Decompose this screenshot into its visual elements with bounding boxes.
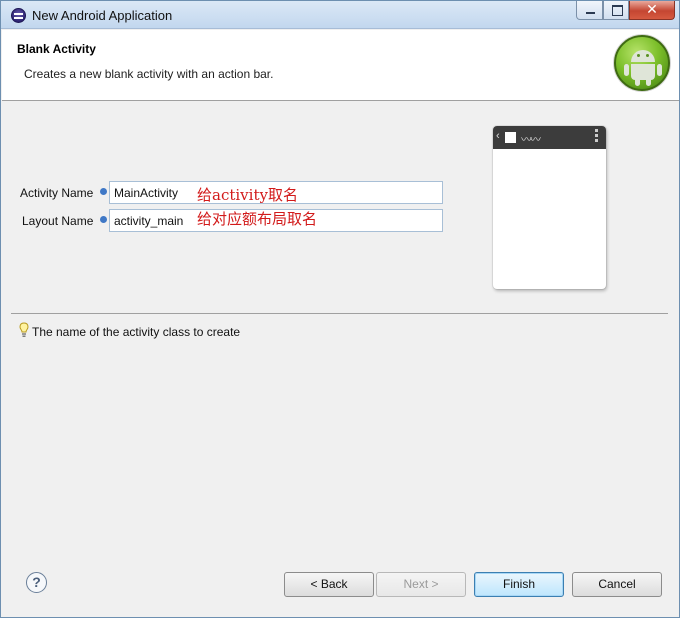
- title-bar[interactable]: New Android Application ✕: [1, 1, 679, 29]
- window-controls: ✕: [576, 1, 675, 21]
- action-bar-preview: ‹ 〰〰: [493, 126, 606, 149]
- android-logo-icon: [614, 35, 670, 91]
- layout-name-label: Layout Name: [22, 214, 94, 228]
- eclipse-icon: [11, 8, 26, 23]
- back-chevron-icon: ‹: [496, 130, 500, 142]
- title-placeholder-icon: 〰〰: [521, 133, 541, 146]
- close-icon: ✕: [646, 2, 658, 18]
- activity-name-label: Activity Name: [20, 186, 94, 200]
- activity-preview: ‹ 〰〰: [493, 126, 606, 289]
- help-icon[interactable]: ?: [26, 572, 47, 593]
- window-title: New Android Application: [32, 8, 173, 23]
- cancel-button[interactable]: Cancel: [572, 572, 662, 597]
- back-button[interactable]: < Back: [284, 572, 374, 597]
- info-icon: [100, 216, 107, 223]
- minimize-button[interactable]: [576, 1, 603, 20]
- activity-name-annotation: 给activity取名: [197, 186, 298, 204]
- lightbulb-icon: [19, 322, 29, 337]
- page-title: Blank Activity: [17, 42, 96, 56]
- info-icon: [100, 188, 107, 195]
- wizard-header: Blank Activity Creates a new blank activ…: [2, 30, 679, 101]
- dialog-window: New Android Application ✕ Blank Activity…: [0, 0, 680, 618]
- hint-text: The name of the activity class to create: [32, 325, 241, 339]
- layout-name-annotation: 给对应额布局取名: [197, 210, 318, 228]
- maximize-button[interactable]: [603, 1, 629, 20]
- page-description: Creates a new blank activity with an act…: [24, 67, 274, 81]
- close-button[interactable]: ✕: [629, 1, 675, 20]
- overflow-menu-icon: [595, 129, 598, 144]
- activity-form: Activity Name 给activity取名 Layout Name 给对…: [11, 102, 669, 313]
- divider: [11, 313, 668, 314]
- app-icon-placeholder: [505, 132, 516, 143]
- next-button[interactable]: Next >: [376, 572, 466, 597]
- finish-button[interactable]: Finish: [474, 572, 564, 597]
